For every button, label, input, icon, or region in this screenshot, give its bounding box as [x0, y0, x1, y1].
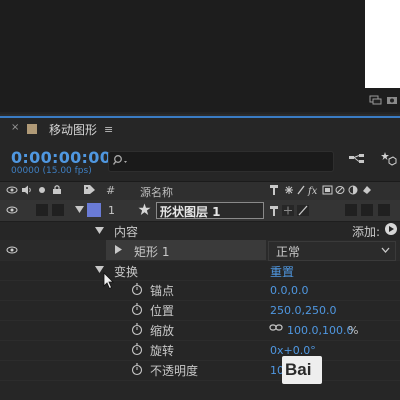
solo-switch[interactable]	[36, 204, 48, 216]
source-name-header[interactable]: 源名称	[140, 184, 173, 200]
adjustment-switch[interactable]	[361, 204, 373, 216]
lock-switch[interactable]	[52, 204, 64, 216]
stopwatch-icon[interactable]	[131, 303, 143, 316]
label-color-swatch[interactable]	[87, 203, 101, 217]
transform-label: 变换	[114, 265, 139, 279]
transform-row[interactable]	[0, 260, 400, 281]
property-unit: %	[348, 324, 359, 337]
stopwatch-icon[interactable]	[131, 343, 143, 356]
switches-header-icons: fx	[268, 183, 398, 197]
composition-viewer	[0, 0, 400, 112]
video-toggle-header-icon[interactable]	[6, 185, 18, 195]
property-name: 不透明度	[150, 364, 199, 378]
constrain-link-icon[interactable]	[269, 323, 283, 332]
audio-header-icon[interactable]	[21, 185, 33, 195]
composition-swatch	[27, 124, 37, 134]
layer-visibility-icon[interactable]	[6, 205, 18, 215]
blend-mode-value[interactable]: 正常	[276, 243, 300, 260]
layer-number: 1	[108, 204, 115, 217]
shape-star-icon	[138, 203, 151, 216]
solo-header-icon[interactable]	[37, 185, 47, 195]
stopwatch-icon[interactable]	[131, 323, 143, 336]
motion-blur-switch[interactable]	[345, 204, 357, 216]
tab-composition-title[interactable]: 移动图形	[49, 121, 97, 138]
tab-close-icon[interactable]: ×	[11, 122, 19, 133]
add-menu-icon[interactable]	[384, 222, 398, 236]
search-icon	[113, 154, 131, 166]
rectangle-highlight	[106, 240, 266, 260]
3d-layer-switch[interactable]	[378, 204, 390, 216]
stopwatch-icon[interactable]	[131, 363, 143, 376]
property-name: 缩放	[150, 324, 175, 338]
layer-search-input[interactable]	[108, 151, 334, 172]
expand-rectangle-icon[interactable]	[114, 245, 123, 254]
layer-switches[interactable]	[268, 204, 318, 217]
contents-row[interactable]	[0, 221, 400, 242]
preview-canvas	[365, 0, 400, 88]
rectangle-label[interactable]: 矩形 1	[134, 243, 169, 260]
viewer-options-icon[interactable]	[369, 95, 383, 105]
opacity-row[interactable]	[0, 360, 400, 381]
svg-text:fx: fx	[307, 186, 318, 197]
property-value[interactable]: 250.0,250.0	[270, 304, 336, 317]
layer-name[interactable]: 形状图层 1	[160, 203, 221, 220]
property-name: 锚点	[150, 284, 175, 298]
current-time-display[interactable]: 0:00:00:00	[11, 148, 111, 167]
rectangle-visibility-icon[interactable]	[6, 245, 18, 255]
contents-label: 内容	[114, 225, 139, 239]
watermark-text: Bai	[285, 360, 312, 379]
expand-layer-icon[interactable]	[75, 205, 84, 214]
camera-snapshot-icon[interactable]	[386, 95, 398, 105]
add-label[interactable]: 添加:	[352, 223, 380, 240]
property-value[interactable]: 0.0,0.0	[270, 284, 308, 297]
label-tag-icon[interactable]	[83, 184, 96, 195]
comp-flowchart-icon[interactable]	[348, 153, 366, 165]
anchor-point-row[interactable]	[0, 280, 400, 301]
panel-menu-icon[interactable]: ≡	[104, 123, 113, 136]
expand-contents-icon[interactable]	[95, 226, 104, 235]
position-row[interactable]	[0, 300, 400, 321]
lock-header-icon[interactable]	[52, 184, 62, 195]
property-name: 旋转	[150, 344, 175, 358]
chevron-down-icon[interactable]	[381, 247, 390, 253]
layer-number-header: #	[106, 184, 116, 197]
stopwatch-icon[interactable]	[131, 283, 143, 296]
reset-link[interactable]: 重置	[270, 263, 294, 280]
rotation-row[interactable]	[0, 340, 400, 361]
panel-focus-line	[0, 116, 400, 118]
frame-count: 00000 (15.00 fps)	[11, 166, 92, 176]
property-value[interactable]: 100.0,100.0	[287, 324, 353, 337]
property-name: 位置	[150, 304, 175, 318]
draft-3d-icon[interactable]	[379, 150, 397, 168]
